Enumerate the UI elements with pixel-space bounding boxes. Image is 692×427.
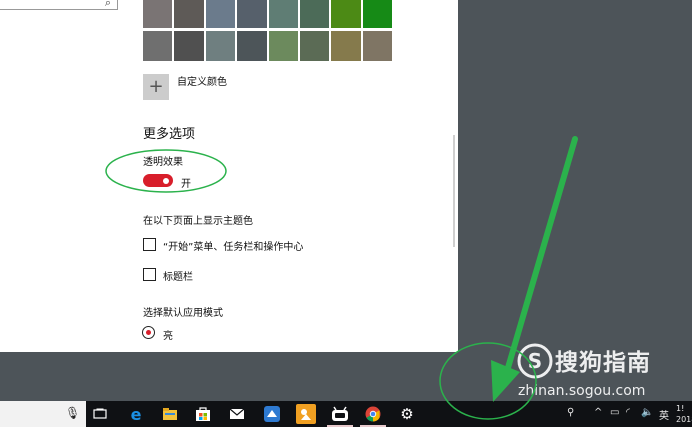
more-options-heading: 更多选项 — [143, 127, 196, 142]
color-swatch[interactable] — [331, 31, 361, 61]
color-swatch[interactable] — [237, 31, 267, 61]
feishu-icon[interactable] — [262, 404, 282, 424]
color-swatch[interactable] — [362, 31, 393, 61]
custom-color-label[interactable]: 自定义颜色 — [177, 73, 227, 88]
system-clock[interactable]: 1! 2018 — [676, 403, 692, 425]
battery-icon[interactable]: ▭ — [610, 407, 619, 418]
sogou-logo-icon: S — [517, 343, 553, 379]
mail-icon[interactable] — [227, 404, 247, 424]
color-swatch[interactable] — [174, 0, 204, 28]
titlebar-checkbox-label[interactable]: 标题栏 — [163, 268, 193, 283]
ime-indicator[interactable]: 英 — [659, 407, 669, 422]
file-explorer-icon[interactable] — [160, 404, 180, 424]
chrome-icon[interactable] — [363, 404, 383, 424]
watermark-url: zhinan.sogou.com — [518, 383, 646, 399]
transparency-toggle[interactable] — [143, 174, 173, 187]
transparency-label: 透明效果 — [143, 157, 183, 168]
clock-time: 1! — [676, 404, 685, 413]
svg-text:S: S — [528, 349, 542, 373]
bilibili-icon[interactable] — [330, 404, 350, 424]
color-swatch[interactable] — [237, 0, 267, 28]
color-swatch[interactable] — [362, 0, 393, 28]
taskbar: 🎙 e ⚙ ⚲ ^ ▭ ◜ 🔈 英 1! 2018 — [0, 401, 692, 427]
color-swatch[interactable] — [268, 31, 298, 61]
settings-scrollbar[interactable] — [453, 135, 455, 247]
taskbar-search-box[interactable]: 🎙 — [0, 401, 86, 427]
color-swatch[interactable] — [331, 0, 361, 28]
show-accent-heading: 在以下页面上显示主题色 — [143, 216, 253, 227]
color-swatch[interactable] — [299, 0, 330, 28]
microphone-icon[interactable]: 🎙 — [65, 406, 80, 420]
app-mode-heading: 选择默认应用模式 — [143, 308, 223, 319]
titlebar-checkbox[interactable] — [143, 268, 156, 281]
task-view-icon[interactable] — [90, 404, 110, 424]
color-swatch[interactable] — [268, 0, 298, 28]
color-swatch[interactable] — [205, 31, 236, 61]
photo-app-icon[interactable] — [296, 404, 316, 424]
swatch-row-1 — [143, 0, 394, 28]
light-mode-label[interactable]: 亮 — [163, 327, 173, 342]
swatch-row-2 — [143, 31, 394, 61]
color-swatch[interactable] — [205, 0, 236, 28]
start-taskbar-checkbox-label[interactable]: “开始”菜单、任务栏和操作中心 — [163, 238, 303, 253]
color-swatch[interactable] — [299, 31, 330, 61]
search-icon[interactable]: ⌕ — [105, 0, 111, 10]
color-swatch[interactable] — [174, 31, 204, 61]
color-swatch[interactable] — [143, 31, 173, 61]
color-swatch-grid — [143, 0, 394, 64]
start-taskbar-checkbox[interactable] — [143, 238, 156, 251]
store-icon[interactable] — [193, 404, 213, 424]
watermark-brand: 搜狗指南 — [555, 350, 651, 376]
transparency-state-label: 开 — [181, 179, 191, 190]
plus-icon: + — [148, 76, 164, 97]
light-mode-radio[interactable] — [142, 326, 155, 339]
edge-icon[interactable]: e — [126, 404, 146, 424]
radio-selected-dot — [146, 330, 151, 335]
add-custom-color-button[interactable]: + — [143, 74, 169, 100]
toggle-knob — [163, 177, 169, 184]
clock-date: 2018 — [676, 415, 692, 424]
settings-window: ⌕ + 自定义颜色 更多选项 透明效果 开 在以下页面上显示主题色 “开始”菜单… — [0, 0, 458, 352]
settings-icon[interactable]: ⚙ — [397, 404, 417, 424]
volume-icon[interactable]: 🔈 — [641, 407, 653, 418]
chevron-up-icon[interactable]: ^ — [594, 407, 602, 418]
settings-search-input[interactable]: ⌕ — [0, 0, 118, 10]
color-swatch[interactable] — [143, 0, 173, 28]
people-icon[interactable]: ⚲ — [567, 407, 574, 418]
wifi-icon[interactable]: ◜ — [626, 407, 630, 418]
